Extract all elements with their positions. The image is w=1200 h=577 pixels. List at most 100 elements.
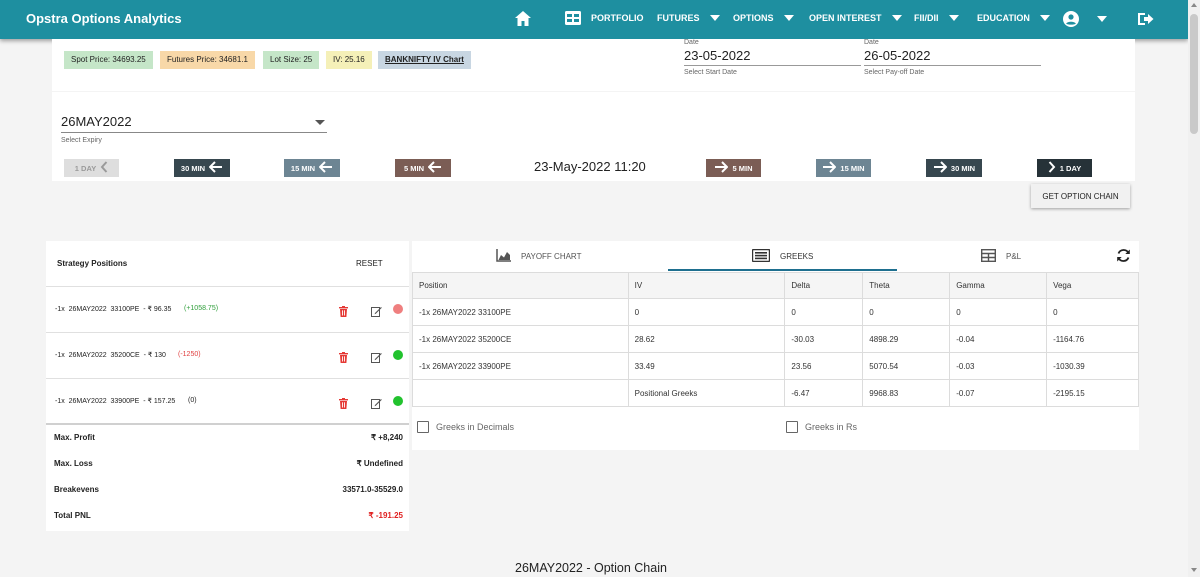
payoff-date-field[interactable]: Date 26-05-2022 Select Pay-off Date bbox=[864, 39, 1041, 76]
reset-button[interactable]: RESET bbox=[356, 259, 383, 268]
scrollbar-thumb[interactable] bbox=[1190, 14, 1198, 134]
nav-open-interest[interactable]: OPEN INTEREST bbox=[809, 13, 902, 23]
edit-icon[interactable] bbox=[371, 396, 382, 414]
column-header: Theta bbox=[862, 272, 951, 299]
arrow-left-icon bbox=[427, 161, 442, 175]
back-1day-label: 1 DAY bbox=[74, 163, 97, 173]
table-row: -1x 26MAY2022 33900PE 33.49 23.56 5070.54 -0… bbox=[412, 352, 1139, 380]
position-description: -1x 26MAY2022 33900PE - ₹ 157.25 bbox=[55, 398, 176, 405]
strategy-title: Strategy Positions bbox=[57, 259, 128, 268]
table-cell: -1x 26MAY2022 33900PE bbox=[412, 352, 629, 380]
table-cell: 28.62 bbox=[627, 325, 786, 353]
spot-price-chip: Spot Price: 34693.25 bbox=[64, 51, 153, 69]
delete-icon[interactable] bbox=[339, 396, 348, 414]
greeks-rs-checkbox[interactable]: Greeks in Rs bbox=[786, 421, 857, 433]
tab-greeks[interactable]: GREEKS bbox=[751, 248, 813, 264]
tab-payoff-label: PAYOFF CHART bbox=[521, 252, 582, 261]
table-cell: 33.49 bbox=[627, 352, 786, 380]
forward-1day-button[interactable]: 1 DAY bbox=[1037, 159, 1092, 177]
tab-pl-label: P&L bbox=[1006, 252, 1022, 261]
nav-options-label: OPTIONS bbox=[733, 13, 774, 23]
status-dot bbox=[393, 304, 403, 314]
table-cell: 5070.54 bbox=[862, 352, 951, 380]
checkbox-icon[interactable] bbox=[786, 421, 798, 433]
greeks-decimals-checkbox[interactable]: Greeks in Decimals bbox=[417, 421, 514, 433]
edit-icon[interactable] bbox=[371, 304, 382, 322]
forward-1day-label: 1 DAY bbox=[1059, 163, 1082, 173]
get-option-chain-button[interactable]: GET OPTION CHAIN bbox=[1031, 184, 1130, 208]
arrow-left-icon bbox=[318, 161, 333, 175]
forward-30min-label: 30 MIN bbox=[950, 163, 976, 173]
back-5min-button[interactable]: 5 MIN bbox=[395, 159, 451, 177]
expiry-hint: Select Expiry bbox=[61, 137, 102, 144]
nav-education[interactable]: EDUCATION bbox=[977, 13, 1050, 23]
start-date-field[interactable]: Date 23-05-2022 Select Start Date bbox=[684, 39, 861, 76]
scroll-up-arrow-icon[interactable] bbox=[1191, 3, 1197, 7]
table-cell: 0 bbox=[1046, 298, 1139, 326]
page-scrollbar[interactable] bbox=[1188, 0, 1200, 577]
top-navbar: Opstra Options Analytics PORTFOLIO FUTUR… bbox=[0, 0, 1188, 39]
app-title[interactable]: Opstra Options Analytics bbox=[26, 11, 182, 26]
expiry-select[interactable]: 26MAY2022 bbox=[61, 114, 327, 133]
position-description: -1x 26MAY2022 35200CE - ₹ 130 bbox=[55, 352, 166, 359]
delete-icon[interactable] bbox=[339, 350, 348, 368]
forward-30min-button[interactable]: 30 MIN bbox=[926, 159, 982, 177]
summary-value: 33571.0-35529.0 bbox=[342, 485, 404, 494]
nav-portfolio[interactable]: PORTFOLIO bbox=[565, 11, 644, 25]
edit-icon[interactable] bbox=[371, 350, 382, 368]
back-5min-label: 5 MIN bbox=[403, 163, 424, 173]
chevron-down-icon bbox=[1097, 16, 1107, 22]
column-header: Gamma bbox=[949, 272, 1048, 299]
nav-open-interest-label: OPEN INTEREST bbox=[809, 13, 882, 23]
dropdown-arrow-icon bbox=[315, 120, 325, 125]
chevron-down-icon bbox=[948, 15, 959, 21]
payoff-date-hint: Select Pay-off Date bbox=[864, 69, 925, 76]
nav-fii-dii[interactable]: FII/DII bbox=[914, 13, 959, 23]
nav-options[interactable]: OPTIONS bbox=[733, 13, 794, 23]
table-row: Positional Greeks -6.47 9968.83 -0.07 -2195.… bbox=[412, 379, 1139, 407]
payoff-date-label: Date bbox=[864, 39, 879, 46]
nav-fii-dii-label: FII/DII bbox=[914, 13, 939, 23]
forward-15min-button[interactable]: 15 MIN bbox=[816, 159, 871, 177]
table-cell: 0 bbox=[949, 298, 1048, 326]
home-icon[interactable] bbox=[514, 10, 532, 27]
start-date-input[interactable]: 23-05-2022 bbox=[684, 48, 861, 66]
summary-label: Breakevens bbox=[54, 485, 99, 494]
payoff-date-input[interactable]: 26-05-2022 bbox=[864, 48, 1041, 66]
table-row: -1x 26MAY2022 33100PE 0 0 0 0 0 bbox=[412, 298, 1139, 326]
table-cell: 0 bbox=[627, 298, 786, 326]
tab-pl[interactable]: P&L bbox=[980, 248, 1022, 264]
area-chart-icon bbox=[496, 249, 511, 264]
start-date-hint: Select Start Date bbox=[684, 69, 737, 76]
arrow-right-icon bbox=[714, 161, 729, 175]
nav-account[interactable] bbox=[1063, 11, 1107, 27]
table-cell: 9968.83 bbox=[862, 379, 951, 407]
table-grid-icon bbox=[565, 11, 581, 25]
delete-icon[interactable] bbox=[339, 304, 348, 322]
back-30min-label: 30 MIN bbox=[180, 163, 206, 173]
back-30min-button[interactable]: 30 MIN bbox=[174, 159, 230, 177]
chevron-right-icon bbox=[1048, 161, 1056, 175]
logout-icon[interactable] bbox=[1138, 12, 1154, 26]
list-item: -1x 26MAY2022 35200CE - ₹ 130 (-1250) bbox=[46, 333, 409, 379]
chevron-down-icon bbox=[891, 15, 902, 21]
arrow-right-icon bbox=[822, 161, 837, 175]
nav-futures[interactable]: FUTURES bbox=[657, 13, 720, 23]
current-datetime: 23-May-2022 11:20 bbox=[534, 159, 646, 174]
checkbox-icon[interactable] bbox=[417, 421, 429, 433]
nav-futures-label: FUTURES bbox=[657, 13, 700, 23]
tab-payoff-chart[interactable]: PAYOFF CHART bbox=[496, 249, 581, 264]
divider bbox=[46, 423, 409, 425]
forward-15min-label: 15 MIN bbox=[840, 163, 865, 173]
back-15min-button[interactable]: 15 MIN bbox=[284, 159, 340, 177]
greeks-decimals-label: Greeks in Decimals bbox=[436, 422, 515, 432]
summary-label: Max. Profit bbox=[54, 433, 95, 442]
scroll-down-arrow-icon[interactable] bbox=[1191, 568, 1197, 572]
forward-5min-button[interactable]: 5 MIN bbox=[706, 159, 761, 177]
iv-chart-link[interactable]: BANKNIFTY IV Chart bbox=[378, 51, 471, 69]
refresh-icon[interactable] bbox=[1116, 248, 1131, 263]
option-chain-title: 26MAY2022 - Option Chain bbox=[515, 561, 667, 575]
table-icon bbox=[980, 248, 997, 264]
back-1day-button[interactable]: 1 DAY bbox=[64, 159, 119, 177]
table-cell: -1x 26MAY2022 33100PE bbox=[412, 298, 629, 326]
